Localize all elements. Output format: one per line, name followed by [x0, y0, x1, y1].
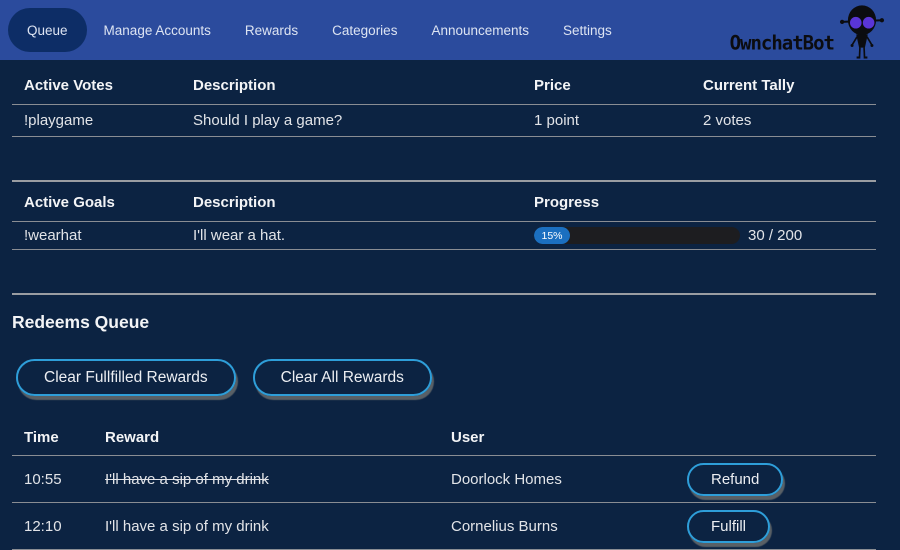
vote-price: 1 point: [522, 105, 691, 137]
redeem-user: Cornelius Burns: [439, 503, 675, 550]
redeems-header-time: Time: [12, 423, 93, 456]
goal-command: !wearhat: [12, 222, 181, 250]
redeem-reward: I'll have a sip of my drink: [105, 518, 269, 535]
goal-progress: 15% 30 / 200: [534, 227, 876, 244]
logo-wordmark: OwnchatBot: [730, 31, 834, 54]
table-row: !playgame Should I play a game? 1 point …: [12, 105, 876, 137]
votes-header-price: Price: [522, 60, 691, 105]
redeems-actions: Clear Fullfilled Rewards Clear All Rewar…: [12, 359, 876, 396]
redeem-time: 12:10: [12, 503, 93, 550]
tab-rewards[interactable]: Rewards: [228, 8, 315, 52]
votes-header-description: Description: [181, 60, 522, 105]
table-row: 10:55 I'll have a sip of my drink Doorlo…: [12, 456, 876, 503]
progress-count-label: 30 / 200: [748, 227, 802, 244]
tab-categories[interactable]: Categories: [315, 8, 414, 52]
app-logo: OwnchatBot: [730, 0, 888, 60]
tab-announcements[interactable]: Announcements: [414, 8, 546, 52]
goals-header-description: Description: [181, 181, 522, 222]
fulfill-button[interactable]: Fulfill: [687, 510, 770, 543]
main-content: Active Votes Description Price Current T…: [0, 60, 900, 550]
progress-bar-track: 15%: [534, 227, 740, 244]
tab-queue[interactable]: Queue: [8, 8, 87, 52]
goals-header-command: Active Goals: [12, 181, 181, 222]
redeems-header-actions: [675, 423, 876, 456]
votes-header-tally: Current Tally: [691, 60, 876, 105]
redeems-table: Time Reward User 10:55 I'll have a sip o…: [12, 423, 876, 550]
vote-tally: 2 votes: [691, 105, 876, 137]
progress-bar-fill: 15%: [534, 227, 570, 244]
redeem-time: 10:55: [12, 456, 93, 503]
vote-description: Should I play a game?: [181, 105, 522, 137]
active-votes-table: Active Votes Description Price Current T…: [12, 60, 876, 137]
table-row: !wearhat I'll wear a hat. 15% 30 / 200: [12, 222, 876, 250]
redeems-header-reward: Reward: [93, 423, 439, 456]
refund-button[interactable]: Refund: [687, 463, 783, 496]
section-divider: [12, 293, 876, 295]
goal-description: I'll wear a hat.: [181, 222, 522, 250]
table-row: 12:10 I'll have a sip of my drink Cornel…: [12, 503, 876, 550]
robot-mascot-icon: [836, 2, 888, 60]
vote-command: !playgame: [12, 105, 181, 137]
redeems-header-user: User: [439, 423, 675, 456]
navbar: Queue Manage Accounts Rewards Categories…: [0, 0, 900, 60]
clear-fulfilled-rewards-button[interactable]: Clear Fullfilled Rewards: [16, 359, 236, 396]
tab-manage-accounts[interactable]: Manage Accounts: [87, 8, 228, 52]
clear-all-rewards-button[interactable]: Clear All Rewards: [253, 359, 432, 396]
redeems-queue-title: Redeems Queue: [12, 312, 876, 333]
redeem-user: Doorlock Homes: [439, 456, 675, 503]
progress-percent-label: 15%: [541, 230, 562, 242]
redeem-reward: I'll have a sip of my drink: [105, 471, 269, 488]
goals-header-progress: Progress: [522, 181, 876, 222]
votes-header-command: Active Votes: [12, 60, 181, 105]
active-goals-table: Active Goals Description Progress !wearh…: [12, 180, 876, 250]
tab-settings[interactable]: Settings: [546, 8, 629, 52]
